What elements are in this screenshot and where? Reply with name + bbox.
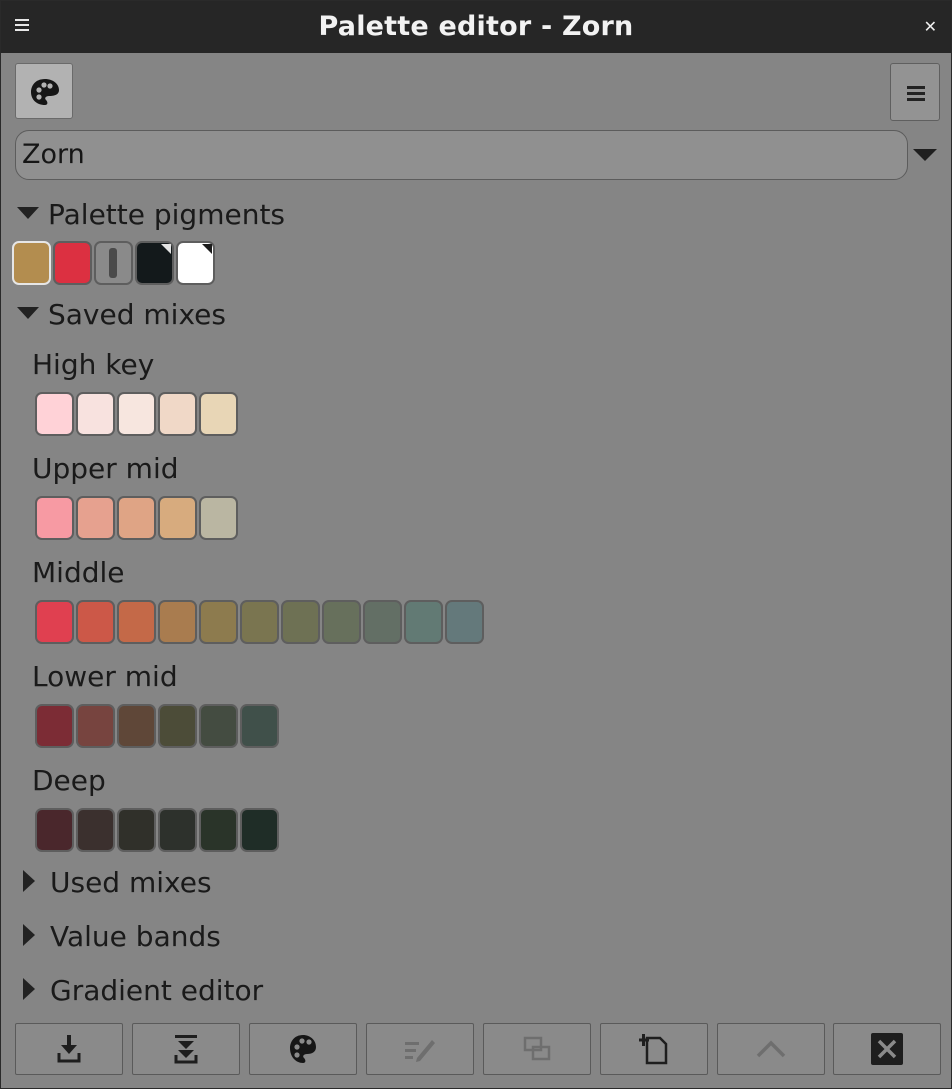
mix-swatch[interactable] [158, 808, 197, 852]
section-used-mixes[interactable]: Used mixes [17, 866, 212, 899]
close-icon[interactable]: ✕ [924, 17, 937, 36]
move-up-button[interactable] [717, 1023, 825, 1075]
new-palette-icon [639, 1034, 668, 1065]
import-icon [57, 1035, 81, 1063]
pigment-swatch[interactable] [135, 241, 174, 285]
palette-icon [31, 79, 59, 105]
section-label: Value bands [50, 920, 221, 953]
mix-swatch[interactable] [240, 704, 279, 748]
import-merge-button[interactable] [132, 1023, 240, 1075]
pigment-swatch[interactable] [53, 241, 92, 285]
mix-swatch[interactable] [158, 600, 197, 644]
mix-swatch[interactable] [35, 704, 74, 748]
section-label: Gradient editor [50, 974, 264, 1007]
mix-swatch[interactable] [363, 600, 402, 644]
bottom-toolbar [15, 1023, 941, 1077]
delete-button[interactable] [833, 1023, 941, 1075]
section-label: Used mixes [50, 866, 212, 899]
palette-button[interactable] [249, 1023, 357, 1075]
mix-swatch[interactable] [199, 600, 238, 644]
section-value-bands[interactable]: Value bands [17, 920, 221, 953]
palette-select[interactable]: Zorn [15, 130, 908, 180]
section-label: Saved mixes [48, 298, 226, 331]
collapsed-arrow-icon [23, 870, 35, 892]
move-up-icon [756, 1040, 786, 1058]
mix-swatch[interactable] [117, 496, 156, 540]
mix-swatch[interactable] [76, 392, 115, 436]
collapsed-arrow-icon [23, 978, 35, 1000]
mix-swatch[interactable] [240, 600, 279, 644]
mix-swatch[interactable] [199, 808, 238, 852]
mix-swatch[interactable] [240, 808, 279, 852]
mix-swatch[interactable] [199, 704, 238, 748]
options-menu-button[interactable] [890, 63, 940, 121]
palette-toggle-button[interactable] [15, 63, 73, 119]
mix-swatch[interactable] [158, 704, 197, 748]
duplicate-button[interactable] [483, 1023, 591, 1075]
mix-swatch[interactable] [76, 704, 115, 748]
mix-swatch[interactable] [158, 392, 197, 436]
delete-icon [871, 1033, 903, 1065]
pigment-divider[interactable] [94, 241, 133, 285]
mix-swatch[interactable] [117, 600, 156, 644]
section-saved-mixes[interactable]: Saved mixes [17, 298, 226, 331]
expanded-arrow-icon [17, 307, 39, 319]
mix-swatch[interactable] [117, 808, 156, 852]
import-button[interactable] [15, 1023, 123, 1075]
mix-swatch[interactable] [322, 600, 361, 644]
mix-swatch[interactable] [158, 496, 197, 540]
pigment-swatch[interactable] [12, 241, 51, 285]
mix-swatch[interactable] [35, 600, 74, 644]
divider-bar [109, 248, 117, 278]
edit-icon [405, 1040, 435, 1062]
mix-swatch[interactable] [35, 392, 74, 436]
mix-swatch[interactable] [117, 704, 156, 748]
title-bar: Palette editor - Zorn ✕ [1, 1, 951, 53]
mix-swatch[interactable] [35, 808, 74, 852]
mix-swatch[interactable] [35, 496, 74, 540]
chevron-down-icon[interactable] [913, 149, 937, 161]
palette-icon [290, 1035, 316, 1063]
mix-swatch[interactable] [281, 600, 320, 644]
section-label: Palette pigments [48, 198, 286, 231]
mix-group-label: High key [32, 348, 155, 381]
pigment-swatch[interactable] [176, 241, 215, 285]
mix-swatch[interactable] [76, 600, 115, 644]
mix-swatch[interactable] [445, 600, 484, 644]
mix-group-label: Deep [32, 764, 106, 797]
edit-button[interactable] [366, 1023, 474, 1075]
collapsed-arrow-icon [23, 924, 35, 946]
new-palette-button[interactable] [600, 1023, 708, 1075]
mix-swatch[interactable] [76, 808, 115, 852]
mix-swatch[interactable] [199, 496, 238, 540]
mix-swatch[interactable] [76, 496, 115, 540]
palette-select-value: Zorn [22, 139, 85, 170]
mix-swatch[interactable] [199, 392, 238, 436]
expanded-arrow-icon [17, 207, 39, 219]
window-title: Palette editor - Zorn [318, 11, 634, 42]
palette-editor-window: Palette editor - Zorn ✕ Zorn Palette pig… [0, 0, 952, 1089]
mix-group-label: Middle [32, 556, 125, 589]
section-palette-pigments[interactable]: Palette pigments [17, 198, 285, 231]
mix-group-label: Lower mid [32, 660, 178, 693]
mix-group-label: Upper mid [32, 452, 179, 485]
import-merge-icon [174, 1035, 198, 1064]
mix-swatch[interactable] [117, 392, 156, 436]
section-gradient-editor[interactable]: Gradient editor [17, 974, 263, 1007]
corner-marker-icon [161, 244, 171, 254]
mix-swatch[interactable] [404, 600, 443, 644]
corner-marker-icon [202, 244, 212, 254]
duplicate-icon [523, 1036, 551, 1061]
